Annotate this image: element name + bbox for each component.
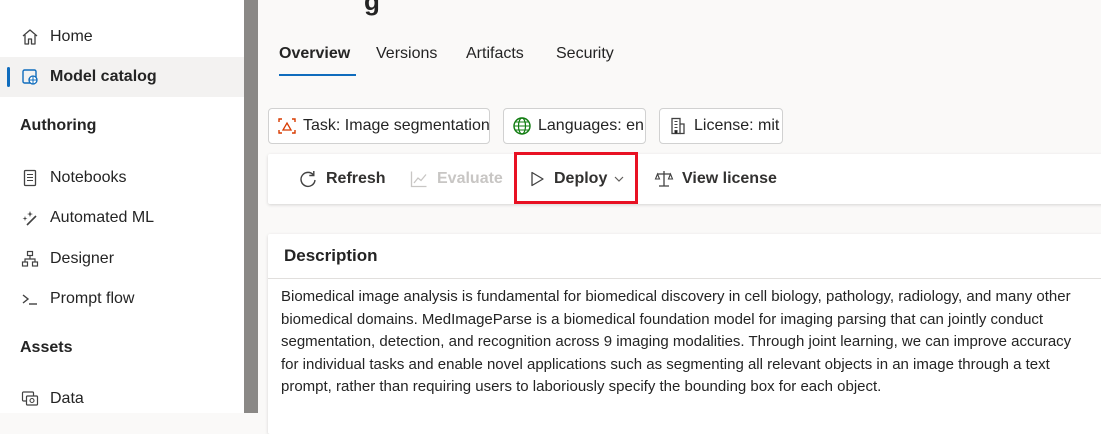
languages-chip: Languages: en xyxy=(503,108,646,144)
refresh-icon xyxy=(300,171,316,188)
sidebar-item-label: Home xyxy=(50,28,93,45)
automated-ml-icon xyxy=(20,208,40,228)
chart-line-icon xyxy=(410,171,427,188)
building-icon xyxy=(671,117,685,135)
sidebar-item-notebooks[interactable]: Notebooks xyxy=(0,158,244,198)
license-chip: License: mit xyxy=(659,108,783,144)
tab-label: Security xyxy=(556,45,614,62)
deploy-button[interactable]: Deploy xyxy=(528,154,625,204)
description-header: Description xyxy=(268,234,1101,279)
play-icon xyxy=(531,171,544,187)
evaluate-label: Evaluate xyxy=(437,170,503,187)
task-chip-label: Task: Image segmentation xyxy=(303,117,490,134)
refresh-button[interactable]: Refresh xyxy=(298,154,386,204)
sidebar-item-label: Data xyxy=(50,390,84,407)
description-heading: Description xyxy=(284,246,378,265)
sidebar-item-label: Designer xyxy=(50,250,115,267)
license-chip-label: License: mit xyxy=(694,117,780,134)
notebook-icon xyxy=(20,168,40,188)
tab-versions[interactable]: Versions xyxy=(376,36,437,76)
model-catalog-icon xyxy=(20,67,40,87)
sidebar-item-home[interactable]: Home xyxy=(0,17,244,57)
globe-icon xyxy=(513,117,531,135)
home-icon xyxy=(20,27,40,47)
sidebar-item-label: Model catalog xyxy=(50,68,157,85)
section-heading-assets: Assets xyxy=(20,339,73,356)
scales-icon xyxy=(654,171,674,187)
tab-label: Versions xyxy=(376,45,438,62)
description-text: Biomedical image analysis is fundamental… xyxy=(281,288,1072,395)
chevron-down-icon xyxy=(614,176,624,182)
sidebar-item-prompt-flow[interactable]: Prompt flow xyxy=(0,279,244,319)
data-icon xyxy=(20,389,40,409)
tab-label: Overview xyxy=(279,45,351,62)
designer-icon xyxy=(20,249,40,269)
sidebar-item-data[interactable]: Data xyxy=(0,379,244,419)
view-license-button[interactable]: View license xyxy=(654,154,777,204)
sidebar-item-label: Automated ML xyxy=(50,209,155,226)
command-bar: Refresh Evaluate Deploy View license xyxy=(268,152,1101,204)
evaluate-button[interactable]: Evaluate xyxy=(409,154,503,204)
sidebar-item-label: Notebooks xyxy=(50,169,127,186)
tab-overview[interactable]: Overview xyxy=(279,36,356,76)
sidebar-scrollbar[interactable] xyxy=(244,0,258,413)
refresh-label: Refresh xyxy=(326,170,386,187)
tab-artifacts[interactable]: Artifacts xyxy=(466,36,524,76)
sidebar-item-label: Prompt flow xyxy=(50,290,135,307)
section-heading-authoring: Authoring xyxy=(20,117,97,134)
prompt-flow-icon xyxy=(20,289,40,309)
tab-label: Artifacts xyxy=(466,45,524,62)
main-content: g Overview Versions Artifacts Security T… xyxy=(258,0,1101,434)
sidebar-item-automated-ml[interactable]: Automated ML xyxy=(0,198,244,238)
sidebar-item-model-catalog[interactable]: Model catalog xyxy=(0,57,244,97)
image-segmentation-icon xyxy=(278,118,296,134)
page-title: g xyxy=(364,0,380,16)
task-chip: Task: Image segmentation xyxy=(268,108,490,144)
tab-security[interactable]: Security xyxy=(556,36,614,76)
deploy-label: Deploy xyxy=(554,170,608,187)
languages-chip-label: Languages: en xyxy=(538,117,644,134)
view-license-label: View license xyxy=(682,170,777,187)
description-card: Description Biomedical image analysis is… xyxy=(268,234,1101,434)
left-navigation: Home Model catalog Authoring Notebooks A… xyxy=(0,0,244,413)
sidebar-item-designer[interactable]: Designer xyxy=(0,239,244,279)
